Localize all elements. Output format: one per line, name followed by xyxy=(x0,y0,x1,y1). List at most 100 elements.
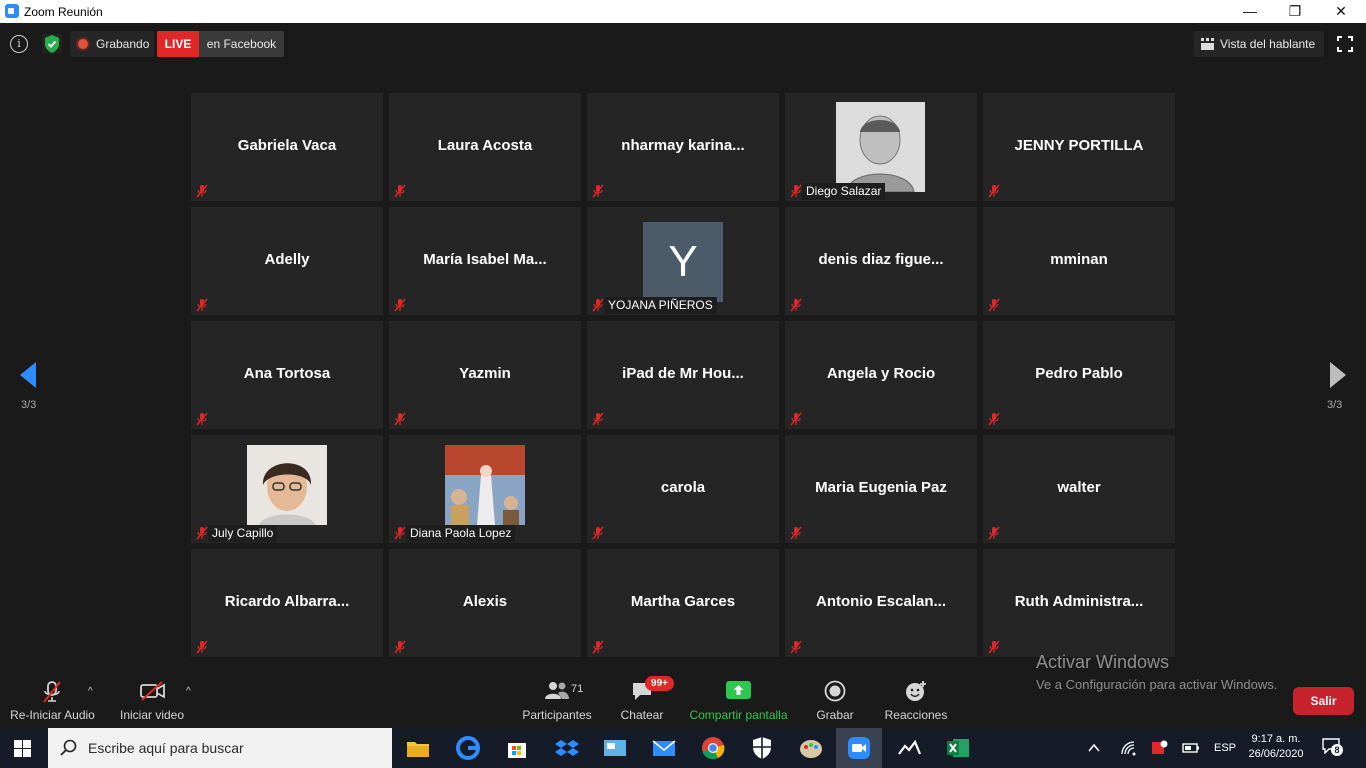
video-options-caret[interactable]: ^ xyxy=(186,686,191,697)
close-button[interactable]: ✕ xyxy=(1318,0,1364,23)
record-label: Grabar xyxy=(816,708,854,722)
battery-icon[interactable] xyxy=(1182,741,1200,755)
participant-tile[interactable]: walter xyxy=(983,435,1175,543)
audio-options-caret[interactable]: ^ xyxy=(88,686,93,697)
participant-name: JENNY PORTILLA xyxy=(1014,137,1144,154)
taskbar-search-box[interactable]: Escribe aquí para buscar xyxy=(48,728,392,768)
muted-microphone-icon xyxy=(988,412,1000,426)
share-screen-button[interactable]: Compartir pantalla xyxy=(685,668,792,728)
speaker-view-icon xyxy=(1201,38,1214,50)
participant-tile[interactable]: Y YOJANA PIÑEROS xyxy=(587,207,779,315)
encryption-shield-icon[interactable] xyxy=(42,34,62,54)
zoom-taskbar-button[interactable] xyxy=(836,728,882,768)
participant-tile[interactable]: Laura Acosta xyxy=(389,93,581,201)
chrome-browser-icon[interactable] xyxy=(699,734,727,762)
speaker-view-button[interactable]: Vista del hablante xyxy=(1194,31,1324,57)
participants-button[interactable]: Participantes xyxy=(517,668,597,728)
participant-tile[interactable]: Pedro Pablo xyxy=(983,321,1175,429)
participant-tile[interactable]: July Capillo xyxy=(191,435,383,543)
participant-tile[interactable]: Ruth Administra... xyxy=(983,549,1175,657)
muted-microphone-icon xyxy=(592,184,604,198)
wifi-icon[interactable] xyxy=(1120,740,1136,756)
windows-taskbar: Escribe aquí para buscar ESP 9:17 a. m. … xyxy=(0,728,1366,768)
activate-windows-title: Activar Windows xyxy=(1036,652,1170,672)
live-badge[interactable]: LIVE xyxy=(157,31,199,57)
participant-tile[interactable]: Ana Tortosa xyxy=(191,321,383,429)
muted-microphone-icon xyxy=(394,526,406,540)
recording-dot-icon xyxy=(78,39,88,49)
participant-tile[interactable]: Ricardo Albarra... xyxy=(191,549,383,657)
participant-tile[interactable]: Yazmin xyxy=(389,321,581,429)
mail-icon[interactable] xyxy=(650,734,678,762)
participants-label: Participantes xyxy=(522,708,592,722)
participant-tile[interactable]: denis diaz figue... xyxy=(785,207,977,315)
participant-avatar: Y xyxy=(643,222,723,302)
participant-tile[interactable]: mminan xyxy=(983,207,1175,315)
taskbar-clock[interactable]: 9:17 a. m. 26/06/2020 xyxy=(1246,732,1306,762)
participant-tile[interactable]: Angela y Rocio xyxy=(785,321,977,429)
participant-tile[interactable]: Maria Eugenia Paz xyxy=(785,435,977,543)
security-alert-tray-icon[interactable] xyxy=(1150,739,1168,757)
language-indicator[interactable]: ESP xyxy=(1214,728,1236,768)
muted-microphone-icon xyxy=(592,412,604,426)
participant-tile[interactable]: nharmay karina... xyxy=(587,93,779,201)
participant-name: Pedro Pablo xyxy=(1035,365,1123,382)
muted-microphone-icon xyxy=(196,184,208,198)
fullscreen-icon[interactable] xyxy=(1337,36,1353,52)
recording-indicator[interactable]: Grabando xyxy=(70,31,154,57)
maximize-button[interactable]: ❐ xyxy=(1272,0,1318,23)
participant-tile[interactable]: Adelly xyxy=(191,207,383,315)
windows-security-icon[interactable] xyxy=(748,734,776,762)
minimize-button[interactable]: — xyxy=(1227,0,1273,23)
participant-name: Ana Tortosa xyxy=(243,365,331,382)
window-titlebar: Zoom Reunión — ❐ ✕ xyxy=(0,0,1366,23)
audio-button[interactable]: Re-Iniciar Audio xyxy=(0,668,105,728)
participant-photo xyxy=(445,445,525,525)
audio-label: Re-Iniciar Audio xyxy=(10,708,95,722)
live-destination[interactable]: en Facebook xyxy=(199,31,284,57)
dropbox-icon[interactable] xyxy=(553,734,581,762)
participant-tile[interactable]: iPad de Mr Hou... xyxy=(587,321,779,429)
reactions-button[interactable]: Reacciones xyxy=(881,668,951,728)
muted-microphone-icon xyxy=(988,640,1000,654)
participant-name: nharmay karina... xyxy=(621,137,745,154)
muted-microphone-icon xyxy=(592,298,604,312)
participant-tile[interactable]: Martha Garces xyxy=(587,549,779,657)
muted-microphone-icon xyxy=(988,526,1000,540)
participant-tile[interactable]: Gabriela Vaca xyxy=(191,93,383,201)
participant-tile[interactable]: JENNY PORTILLA xyxy=(983,93,1175,201)
clock-date: 26/06/2020 xyxy=(1248,748,1304,760)
microsoft-store-icon[interactable] xyxy=(503,734,531,762)
file-explorer-icon[interactable] xyxy=(404,734,432,762)
paint-icon[interactable] xyxy=(797,734,825,762)
search-icon xyxy=(60,739,77,756)
excel-icon[interactable] xyxy=(944,734,972,762)
participant-tile[interactable]: María Isabel Ma... xyxy=(389,207,581,315)
participant-name: Angela y Rocio xyxy=(826,365,936,382)
previous-page-arrow-icon[interactable] xyxy=(18,360,38,390)
people-app-icon[interactable] xyxy=(895,734,923,762)
participant-tile[interactable]: Alexis xyxy=(389,549,581,657)
control-panel-icon[interactable] xyxy=(601,734,629,762)
record-button[interactable]: Grabar xyxy=(805,668,865,728)
participant-grid: Gabriela Vaca Laura Acosta nharmay karina.… xyxy=(191,93,1176,657)
info-icon[interactable]: i xyxy=(10,35,28,53)
edge-browser-icon[interactable] xyxy=(454,734,482,762)
notification-center-button[interactable]: 8 xyxy=(1322,738,1344,758)
participant-tile[interactable]: carola xyxy=(587,435,779,543)
leave-button[interactable]: Salir xyxy=(1293,687,1354,715)
participant-name: Martha Garces xyxy=(630,593,736,610)
muted-microphone-icon xyxy=(790,640,802,654)
participants-count: 71 xyxy=(571,683,584,695)
participant-tile[interactable]: Diego Salazar xyxy=(785,93,977,201)
participant-name: Ruth Administra... xyxy=(1014,593,1144,610)
video-button[interactable]: Iniciar video xyxy=(112,668,192,728)
participant-tile[interactable]: Antonio Escalan... xyxy=(785,549,977,657)
windows-start-icon[interactable] xyxy=(14,740,31,757)
participant-name: Alexis xyxy=(462,593,508,610)
next-page-arrow-icon[interactable] xyxy=(1328,360,1348,390)
notification-count-badge: 8 xyxy=(1331,744,1343,756)
tray-expand-chevron-icon[interactable] xyxy=(1087,741,1101,755)
speaker-view-label: Vista del hablante xyxy=(1220,37,1316,51)
participant-tile[interactable]: Diana Paola Lopez xyxy=(389,435,581,543)
